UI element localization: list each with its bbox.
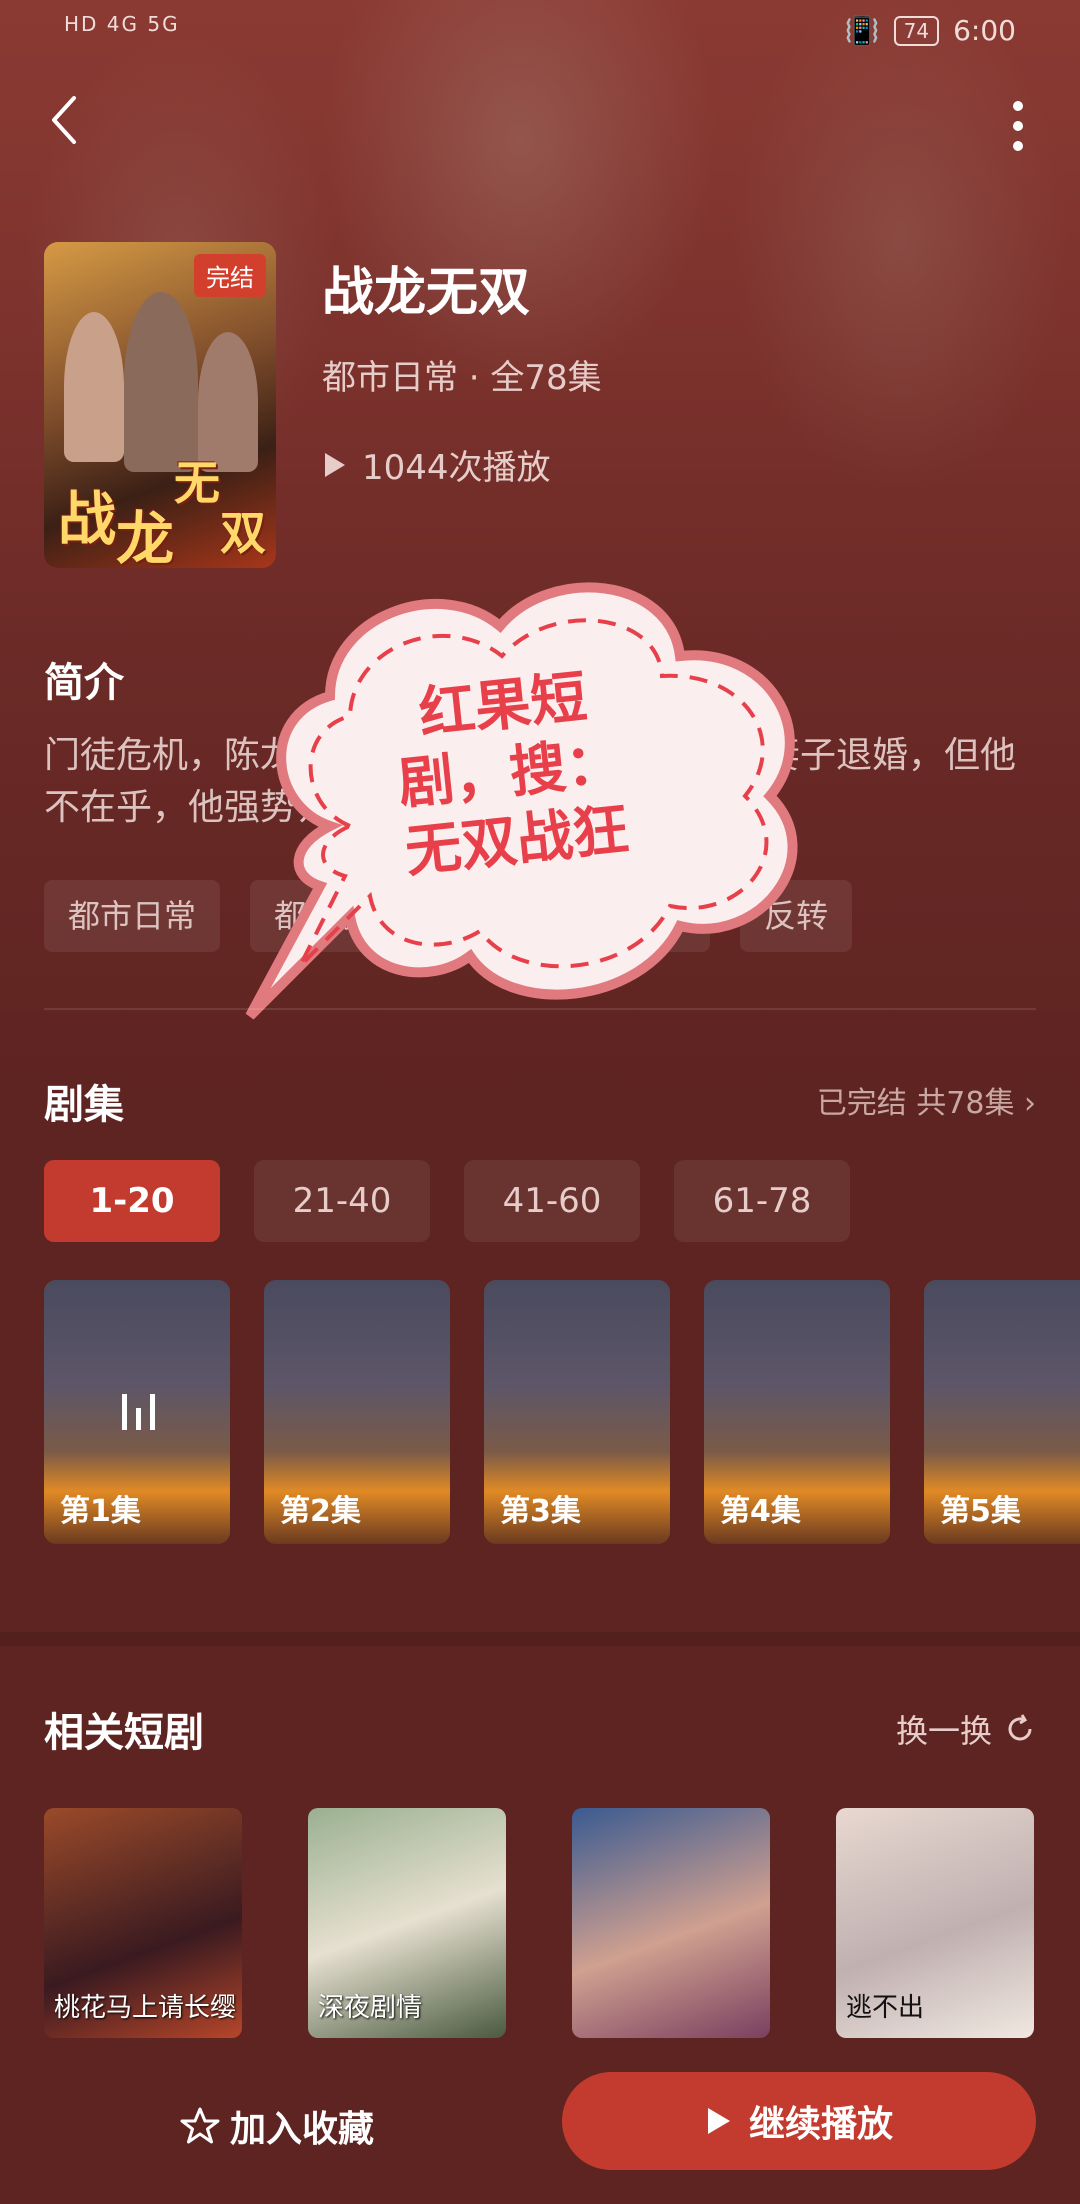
poster-title-char: 战 <box>58 485 117 553</box>
drama-meta: 都市日常 · 全78集 <box>322 358 602 398</box>
episode-label: 第1集 <box>60 1494 141 1529</box>
related-title: 逃不出 <box>846 1993 925 2023</box>
related-heading: 相关短剧 <box>44 1710 204 1756</box>
range-tab-active[interactable]: 1-20 <box>44 1160 220 1242</box>
tag-chip[interactable]: 都市日常 <box>44 880 221 952</box>
play-icon <box>325 452 345 477</box>
range-tab[interactable]: 41-60 <box>464 1160 640 1242</box>
refresh-label: 换一换 <box>895 1712 992 1750</box>
promo-sticker-text: 红果短 剧，搜： 无双战狂 <box>330 655 689 893</box>
related-title: 桃花马上请长缨 <box>54 1993 237 2023</box>
section-separator <box>0 1632 1080 1646</box>
play-count: 1044次播放 <box>322 440 551 489</box>
episode-list: 第1集 第2集 第3集 第4集 第5集 <box>44 1280 1080 1544</box>
episode-card[interactable]: 第4集 <box>704 1280 890 1544</box>
related-drama-card[interactable]: 桃花马上请长缨 <box>44 1808 242 2038</box>
refresh-icon <box>1008 1714 1032 1741</box>
top-bar <box>0 90 1080 170</box>
range-tab[interactable]: 21-40 <box>254 1160 430 1242</box>
more-vertical-icon <box>1013 101 1023 151</box>
status-badge: 完结 <box>194 254 266 297</box>
now-playing-icon <box>116 1390 160 1444</box>
drama-title: 战龙无双 <box>322 263 531 323</box>
episode-range-tabs: 1-20 21-40 41-60 61-78 <box>44 1160 850 1242</box>
related-drama-card[interactable]: 逃不出 <box>836 1808 1034 2038</box>
episodes-all-link[interactable]: 已完结 共78集 › <box>817 1078 1036 1122</box>
drama-poster[interactable]: 完结 战龙无双 <box>44 242 276 568</box>
play-count-text: 1044次播放 <box>362 448 551 488</box>
star-icon <box>180 2107 220 2144</box>
status-bar: HD 4G 5G 📳 74 6:00 <box>0 0 1080 64</box>
episode-label: 第5集 <box>940 1494 1021 1529</box>
back-button[interactable] <box>46 90 106 160</box>
continue-play-label: 继续播放 <box>748 2104 893 2145</box>
vibrate-icon: 📳 <box>844 14 880 47</box>
related-drama-card[interactable]: 深夜剧情 <box>308 1808 506 2038</box>
related-drama-card[interactable] <box>572 1808 770 2038</box>
related-list: 桃花马上请长缨 深夜剧情 逃不出 <box>44 1808 1034 2038</box>
continue-play-button[interactable]: 继续播放 <box>562 2072 1036 2170</box>
battery-icon: 74 <box>893 15 940 46</box>
episode-label: 第3集 <box>500 1494 581 1529</box>
episode-label: 第2集 <box>280 1494 361 1529</box>
episode-card[interactable]: 第3集 <box>484 1280 670 1544</box>
play-icon <box>707 2108 730 2134</box>
poster-figure <box>124 292 198 472</box>
poster-title-char: 双 <box>220 506 267 560</box>
related-title: 深夜剧情 <box>318 1993 423 2023</box>
intro-heading: 简介 <box>44 660 124 706</box>
more-options-button[interactable] <box>996 94 1040 158</box>
poster-title-char: 无 <box>174 456 221 510</box>
episode-card[interactable]: 第2集 <box>264 1280 450 1544</box>
refresh-button[interactable]: 换一换 <box>896 1706 1036 1752</box>
divider <box>44 1008 1036 1010</box>
episode-label: 第4集 <box>720 1494 801 1529</box>
episode-card[interactable]: 第1集 <box>44 1280 230 1544</box>
episodes-heading: 剧集 <box>44 1082 124 1128</box>
signal-indicator: HD 4G 5G <box>64 12 180 36</box>
favorite-label: 加入收藏 <box>230 2109 375 2150</box>
favorite-button[interactable]: 加入收藏 <box>180 2100 374 2152</box>
poster-figure <box>198 332 258 472</box>
range-tab[interactable]: 61-78 <box>674 1160 850 1242</box>
clock: 6:00 <box>953 14 1016 47</box>
chevron-left-icon <box>52 96 76 144</box>
poster-title-char: 龙 <box>116 505 175 568</box>
poster-figure <box>64 312 124 462</box>
poster-title-art: 战龙无双 <box>58 460 266 568</box>
episode-card[interactable]: 第5集 <box>924 1280 1080 1544</box>
